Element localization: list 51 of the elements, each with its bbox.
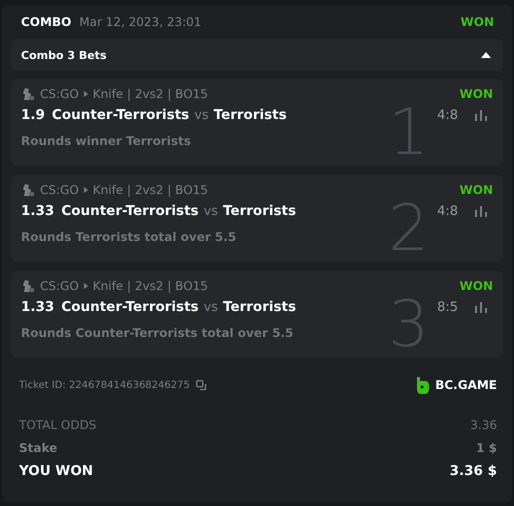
bet-type: COMBO bbox=[21, 15, 72, 29]
ticket-id: Ticket ID: 2246784146368246275 bbox=[19, 380, 190, 390]
total-value: 1 $ bbox=[476, 440, 497, 454]
odds: 1.9 bbox=[21, 107, 45, 123]
total-value: 3.36 $ bbox=[450, 462, 497, 478]
chevron-icon bbox=[84, 187, 88, 193]
soldier-icon bbox=[21, 87, 35, 101]
team-name: Counter-Terrorists bbox=[52, 107, 190, 123]
game-name: CS:GO bbox=[40, 183, 79, 197]
status-label: WON bbox=[460, 87, 493, 101]
status-label: WON bbox=[460, 279, 493, 293]
team-name: Terrorists bbox=[214, 107, 287, 123]
combo-toggle[interactable]: Combo 3 Bets bbox=[11, 39, 503, 71]
chevron-icon bbox=[84, 283, 88, 289]
total-value: 3.36 bbox=[470, 418, 497, 432]
total-label: TOTAL ODDS bbox=[19, 418, 96, 432]
stats-icon[interactable] bbox=[475, 206, 487, 216]
odds: 1.33 bbox=[21, 299, 54, 315]
team-name: Terrorists bbox=[223, 299, 296, 315]
total-label: Stake bbox=[19, 440, 58, 454]
team-name: Terrorists bbox=[223, 203, 296, 219]
stats-icon[interactable] bbox=[475, 302, 487, 312]
market-label: Rounds Terrorists total over 5.5 bbox=[21, 230, 236, 244]
caret-icon bbox=[481, 52, 491, 58]
game-name: CS:GO bbox=[40, 279, 79, 293]
vs-label: vs bbox=[194, 108, 209, 122]
vs-label: vs bbox=[204, 300, 218, 314]
soldier-icon bbox=[21, 183, 35, 197]
match-info: Knife | 2vs2 | BO15 bbox=[92, 183, 208, 197]
soldier-icon bbox=[21, 279, 35, 293]
score: 4:8 bbox=[437, 204, 458, 218]
team-name: Counter-Terrorists bbox=[61, 299, 199, 315]
team-name: Counter-Terrorists bbox=[61, 203, 199, 219]
logo-icon bbox=[416, 376, 430, 394]
match-info: Knife | 2vs2 | BO15 bbox=[92, 279, 208, 293]
status-label: WON bbox=[460, 183, 493, 197]
brand-name: BC.GAME bbox=[435, 378, 497, 392]
odds: 1.33 bbox=[21, 203, 54, 219]
chevron-icon bbox=[84, 91, 88, 97]
match-info: Knife | 2vs2 | BO15 bbox=[92, 87, 208, 101]
score: 4:8 bbox=[437, 108, 458, 122]
copy-icon[interactable] bbox=[196, 380, 207, 390]
status-label: WON bbox=[460, 15, 494, 29]
stats-icon[interactable] bbox=[475, 110, 487, 120]
vs-label: vs bbox=[204, 204, 218, 218]
score: 8:5 bbox=[437, 300, 458, 314]
total-label: YOU WON bbox=[19, 462, 94, 478]
game-name: CS:GO bbox=[40, 87, 79, 101]
bet-date: Mar 12, 2023, 23:01 bbox=[79, 15, 202, 29]
market-label: Rounds Counter-Terrorists total over 5.5 bbox=[21, 326, 294, 340]
market-label: Rounds winner Terrorists bbox=[21, 134, 191, 148]
